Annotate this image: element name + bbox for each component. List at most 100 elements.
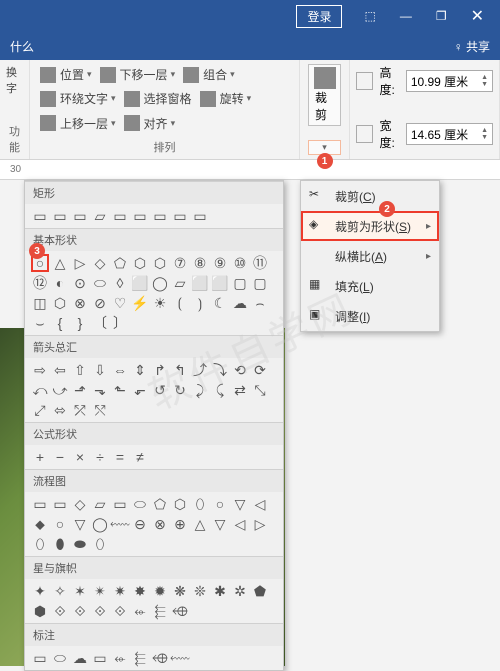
shape-item[interactable]: ▢	[231, 274, 249, 292]
shape-item[interactable]: ⊙	[71, 274, 89, 292]
shape-item[interactable]: ⤴	[191, 361, 209, 379]
shape-item[interactable]: ⬡	[131, 254, 149, 272]
alt-text-button[interactable]: 换字	[6, 64, 23, 96]
shape-item[interactable]: ▭	[51, 495, 69, 513]
shape-item[interactable]: ⇧	[71, 361, 89, 379]
shape-item[interactable]: ⬲	[151, 649, 169, 667]
shape-item[interactable]: ☁	[231, 294, 249, 312]
shape-item[interactable]: ✴	[91, 582, 109, 600]
shape-item[interactable]: ⬡	[171, 495, 189, 513]
shape-item[interactable]: −	[51, 448, 69, 466]
shape-item[interactable]: ✷	[111, 582, 129, 600]
shape-item[interactable]: ⬠	[151, 495, 169, 513]
shape-item[interactable]: ⬠	[111, 254, 129, 272]
crop-dropdown-arrow[interactable]: ▾ 1	[308, 140, 341, 155]
shape-item[interactable]: ❋	[171, 582, 189, 600]
shape-item[interactable]: ✶	[71, 582, 89, 600]
menu-fill[interactable]: ▦填充(L)	[301, 271, 439, 301]
login-button[interactable]: 登录	[296, 5, 342, 28]
shape-item[interactable]: ⑩	[231, 254, 249, 272]
shape-item[interactable]: ⬥	[31, 515, 49, 533]
shape-item[interactable]: ◯	[151, 274, 169, 292]
shape-item[interactable]: ⤱	[71, 401, 89, 419]
shape-item[interactable]: ⬲	[171, 602, 189, 620]
shape-item[interactable]: ◁	[231, 515, 249, 533]
shape-item[interactable]: ◁	[251, 495, 269, 513]
shape-item[interactable]: ☀	[151, 294, 169, 312]
shape-item[interactable]: ◊	[111, 274, 129, 292]
shape-item[interactable]: ⇔	[111, 361, 129, 379]
shape-item[interactable]: ⬬	[71, 535, 89, 553]
shape-item[interactable]: ⤸	[191, 381, 209, 399]
shape-item[interactable]: ⊕	[171, 515, 189, 533]
shape-item[interactable]: ❊	[191, 582, 209, 600]
shape-item[interactable]: ⟲	[231, 361, 249, 379]
shape-item[interactable]: ⤵	[211, 361, 229, 379]
shape-item[interactable]: ▭	[111, 495, 129, 513]
height-input[interactable]: 10.99 厘米▲▼	[406, 70, 493, 92]
share-button[interactable]: ♀ 共享	[454, 38, 490, 55]
shape-item[interactable]: ✸	[131, 582, 149, 600]
shape-item[interactable]: ⇦	[51, 361, 69, 379]
shape-item[interactable]: ▽	[211, 515, 229, 533]
width-input[interactable]: 14.65 厘米▲▼	[406, 123, 493, 145]
shape-item[interactable]: ⬏	[71, 381, 89, 399]
shape-item[interactable]: ▷	[251, 515, 269, 533]
shape-item[interactable]: ▭	[31, 649, 49, 667]
shape-item[interactable]: ✹	[151, 582, 169, 600]
shape-item[interactable]: ⑪	[251, 254, 269, 272]
shape-item[interactable]: ⤲	[91, 401, 109, 419]
shape-item[interactable]: △	[51, 254, 69, 272]
shape-item[interactable]: ✱	[211, 582, 229, 600]
shape-item[interactable]: ⬰	[111, 649, 129, 667]
shape-item[interactable]: ⬯	[191, 495, 209, 513]
shape-item[interactable]: ◇	[71, 495, 89, 513]
shape-item[interactable]: ⟮	[171, 294, 189, 312]
shape-item[interactable]: ⬭	[131, 495, 149, 513]
shape-item[interactable]: ⊘	[91, 294, 109, 312]
restore-button[interactable]: ❐	[424, 3, 459, 29]
shape-item[interactable]: ⇩	[91, 361, 109, 379]
shape-item[interactable]: ☾	[211, 294, 229, 312]
shape-item[interactable]: ⬎	[91, 381, 109, 399]
shape-item[interactable]: ▭	[151, 207, 169, 225]
shape-item[interactable]: ↺	[151, 381, 169, 399]
shape-item[interactable]: ⤻	[51, 381, 69, 399]
shape-item[interactable]: ⑨	[211, 254, 229, 272]
shape-item[interactable]: ⟐	[91, 602, 109, 620]
wrap-text-button[interactable]: 环绕文字▾	[36, 88, 120, 109]
shape-item[interactable]: ▱	[171, 274, 189, 292]
shape-item[interactable]: △	[191, 515, 209, 533]
shape-item[interactable]: ⊗	[151, 515, 169, 533]
shape-item[interactable]: ⌢	[251, 294, 269, 312]
menu-fit[interactable]: ▣调整(I)	[301, 301, 439, 331]
shape-item[interactable]: ⬭	[91, 274, 109, 292]
shape-item[interactable]: ○	[51, 515, 69, 533]
shape-item[interactable]: ⊖	[131, 515, 149, 533]
selection-pane-button[interactable]: 选择窗格	[120, 88, 196, 109]
shape-item[interactable]: ÷	[91, 448, 109, 466]
shape-item[interactable]: ⟐	[51, 602, 69, 620]
shape-item[interactable]: ⬄	[51, 401, 69, 419]
menu-crop-to-shape[interactable]: ◈裁剪为形状(S)▸	[301, 211, 439, 241]
shape-item[interactable]: ≠	[131, 448, 149, 466]
shape-item[interactable]: ⬯	[91, 535, 109, 553]
shape-item[interactable]: ◐	[51, 274, 69, 292]
shape-item[interactable]: ⇕	[131, 361, 149, 379]
shape-item[interactable]: ⟳	[251, 361, 269, 379]
shape-item[interactable]: ⬮	[51, 535, 69, 553]
shape-item[interactable]: ◯	[91, 515, 109, 533]
shape-item[interactable]: ▽	[231, 495, 249, 513]
shape-item[interactable]: ⑧	[191, 254, 209, 272]
shape-item[interactable]: ⬳	[171, 649, 189, 667]
close-button[interactable]: ✕	[459, 0, 496, 32]
shape-item[interactable]: ⟐	[111, 602, 129, 620]
shape-item[interactable]: ▱	[91, 207, 109, 225]
shape-item[interactable]: ↱	[151, 361, 169, 379]
shape-item[interactable]: ⤺	[31, 381, 49, 399]
shape-item[interactable]: ♡	[111, 294, 129, 312]
shape-item[interactable]: ☁	[71, 649, 89, 667]
shape-item[interactable]: ▽	[71, 515, 89, 533]
shape-item[interactable]: ▷	[71, 254, 89, 272]
shape-item[interactable]: ⬜	[211, 274, 229, 292]
